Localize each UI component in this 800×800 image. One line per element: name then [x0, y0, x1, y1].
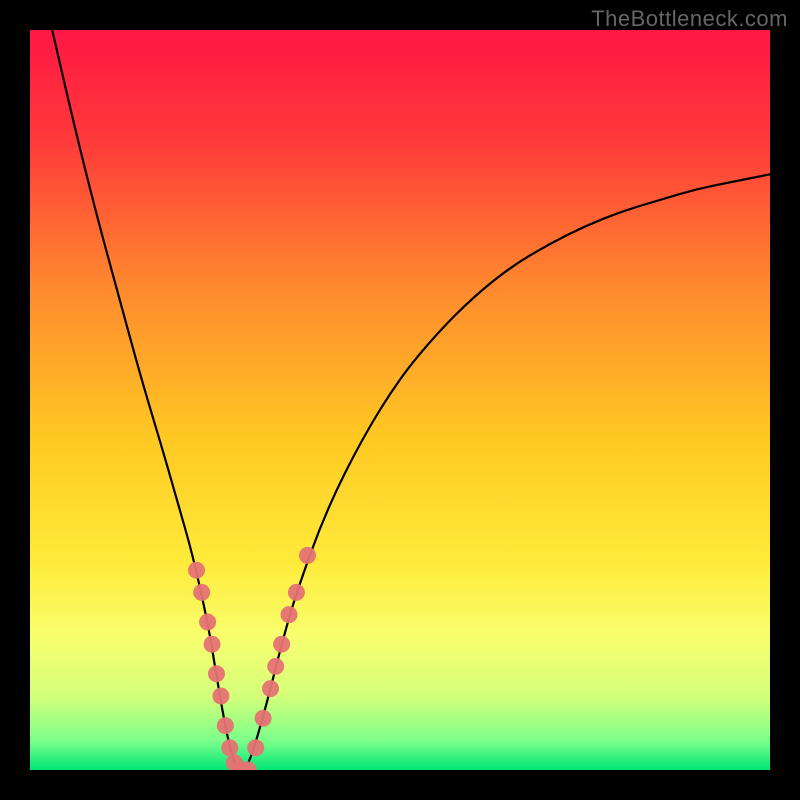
- data-point: [221, 739, 238, 756]
- data-point: [208, 665, 225, 682]
- data-point: [193, 584, 210, 601]
- data-point: [281, 606, 298, 623]
- data-point: [273, 636, 290, 653]
- data-point: [299, 547, 316, 564]
- gradient-background: [30, 30, 770, 770]
- chart-container: TheBottleneck.com: [0, 0, 800, 800]
- data-point: [188, 562, 205, 579]
- data-point: [262, 680, 279, 697]
- plot-area: [30, 30, 770, 770]
- data-point: [204, 636, 221, 653]
- data-point: [247, 739, 264, 756]
- watermark-text: TheBottleneck.com: [591, 6, 788, 32]
- chart-svg: [30, 30, 770, 770]
- data-point: [217, 717, 234, 734]
- data-point: [267, 658, 284, 675]
- data-point: [288, 584, 305, 601]
- data-point: [199, 614, 216, 631]
- data-point: [212, 688, 229, 705]
- data-point: [255, 710, 272, 727]
